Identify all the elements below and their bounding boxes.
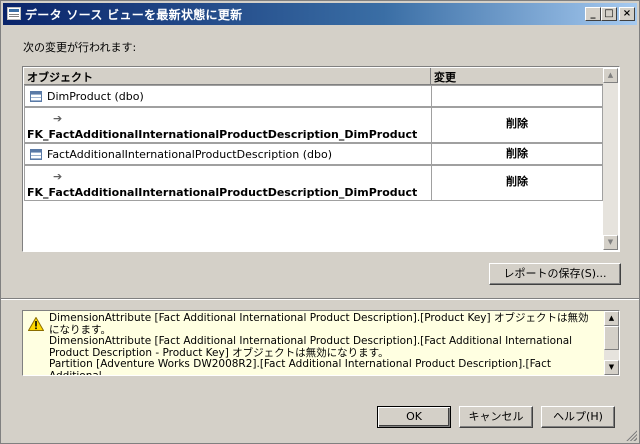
- table-row[interactable]: ➔ FK_FactAdditionalInternationalProductD…: [24, 107, 603, 143]
- object-cell: ➔ FK_FactAdditionalInternationalProductD…: [25, 108, 430, 142]
- ok-button[interactable]: OK: [377, 406, 451, 428]
- column-header-object[interactable]: オブジェクト: [27, 69, 93, 85]
- table-icon: [30, 91, 42, 102]
- save-report-button[interactable]: レポートの保存(S)...: [489, 263, 621, 285]
- foreign-key-icon: ➔: [53, 170, 63, 183]
- warning-message-list: DimensionAttribute [Fact Additional Inte…: [49, 312, 597, 376]
- messages-scrollbar[interactable]: ▲ ▼: [604, 311, 619, 375]
- title-bar[interactable]: データ ソース ビューを最新状態に更新 _ □ ×: [3, 3, 637, 25]
- grid-scrollbar[interactable]: ▲ ▼: [603, 68, 618, 250]
- change-cell: 削除: [431, 108, 602, 142]
- column-divider[interactable]: [430, 68, 431, 84]
- maximize-button[interactable]: □: [601, 7, 617, 21]
- table-icon: [30, 149, 42, 160]
- table-row[interactable]: FactAdditionalInternationalProductDescri…: [24, 143, 603, 165]
- object-cell: DimProduct (dbo): [25, 86, 430, 106]
- refresh-dsv-dialog: データ ソース ビューを最新状態に更新 _ □ × 次の変更が行われます: オブ…: [0, 0, 640, 444]
- change-cell: 削除: [431, 166, 602, 200]
- data-source-view-icon: [7, 7, 21, 20]
- object-name: FK_FactAdditionalInternationalProductDes…: [27, 128, 418, 141]
- warning-message: Partition [Adventure Works DW2008R2].[Fa…: [49, 358, 552, 376]
- scroll-up-button[interactable]: ▲: [603, 68, 618, 83]
- scroll-down-button[interactable]: ▼: [604, 360, 619, 375]
- warning-messages-box[interactable]: DimensionAttribute [Fact Additional Inte…: [22, 310, 620, 376]
- warning-icon: [28, 317, 44, 331]
- grid-header: オブジェクト 変更: [24, 68, 603, 85]
- change-cell: 削除: [431, 144, 602, 164]
- change-value: 削除: [506, 147, 528, 160]
- change-cell: [431, 86, 602, 106]
- object-name: FK_FactAdditionalInternationalProductDes…: [27, 186, 418, 199]
- scroll-thumb[interactable]: [604, 326, 619, 350]
- minimize-button[interactable]: _: [585, 7, 601, 21]
- cancel-button[interactable]: キャンセル: [459, 406, 533, 428]
- resize-grip[interactable]: [625, 429, 637, 441]
- close-button[interactable]: ×: [619, 7, 635, 21]
- scroll-up-button[interactable]: ▲: [604, 311, 619, 326]
- column-header-change[interactable]: 変更: [434, 69, 456, 85]
- object-name: DimProduct (dbo): [47, 90, 144, 103]
- foreign-key-icon: ➔: [53, 112, 63, 125]
- table-row[interactable]: ➔ FK_FactAdditionalInternationalProductD…: [24, 165, 603, 201]
- warning-message: DimensionAttribute [Fact Additional Inte…: [49, 335, 573, 359]
- warning-message: DimensionAttribute [Fact Additional Inte…: [49, 312, 589, 336]
- window-title: データ ソース ビューを最新状態に更新: [25, 8, 243, 22]
- change-value: 削除: [506, 175, 528, 188]
- changes-grid[interactable]: オブジェクト 変更 DimProduct (dbo) ➔ FK_FactAddi…: [22, 66, 620, 252]
- object-name: FactAdditionalInternationalProductDescri…: [47, 148, 333, 161]
- changes-label: 次の変更が行われます:: [23, 41, 137, 54]
- object-cell: ➔ FK_FactAdditionalInternationalProductD…: [25, 166, 430, 200]
- change-value: 削除: [506, 117, 528, 130]
- separator: [1, 298, 639, 300]
- help-button[interactable]: ヘルプ(H): [541, 406, 615, 428]
- object-cell: FactAdditionalInternationalProductDescri…: [25, 144, 430, 164]
- scroll-down-button[interactable]: ▼: [603, 235, 618, 250]
- table-row[interactable]: DimProduct (dbo): [24, 85, 603, 107]
